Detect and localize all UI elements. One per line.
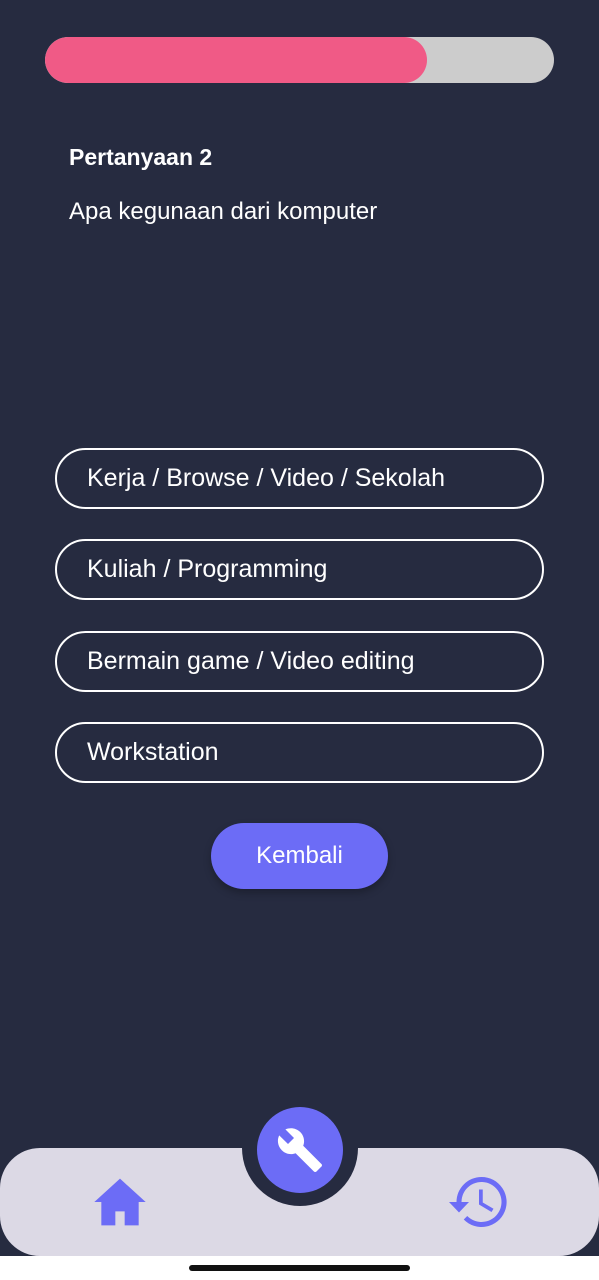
- answer-option-1[interactable]: Kerja / Browse / Video / Sekolah: [55, 448, 544, 509]
- answer-option-2[interactable]: Kuliah / Programming: [55, 539, 544, 600]
- home-indicator: [189, 1265, 410, 1271]
- history-icon[interactable]: [446, 1172, 512, 1232]
- wrench-icon: [277, 1128, 322, 1172]
- quiz-screen: Pertanyaan 2 Apa kegunaan dari komputer …: [0, 0, 599, 1256]
- progress-bar: [45, 37, 554, 83]
- home-icon[interactable]: [92, 1176, 148, 1228]
- answer-option-4[interactable]: Workstation: [55, 722, 544, 783]
- progress-bar-fill: [45, 37, 427, 83]
- question-text: Apa kegunaan dari komputer: [69, 198, 378, 225]
- back-button[interactable]: Kembali: [211, 823, 388, 889]
- question-number: Pertanyaan 2: [69, 144, 213, 170]
- answer-option-3[interactable]: Bermain game / Video editing: [55, 631, 544, 692]
- tools-button[interactable]: [257, 1107, 343, 1193]
